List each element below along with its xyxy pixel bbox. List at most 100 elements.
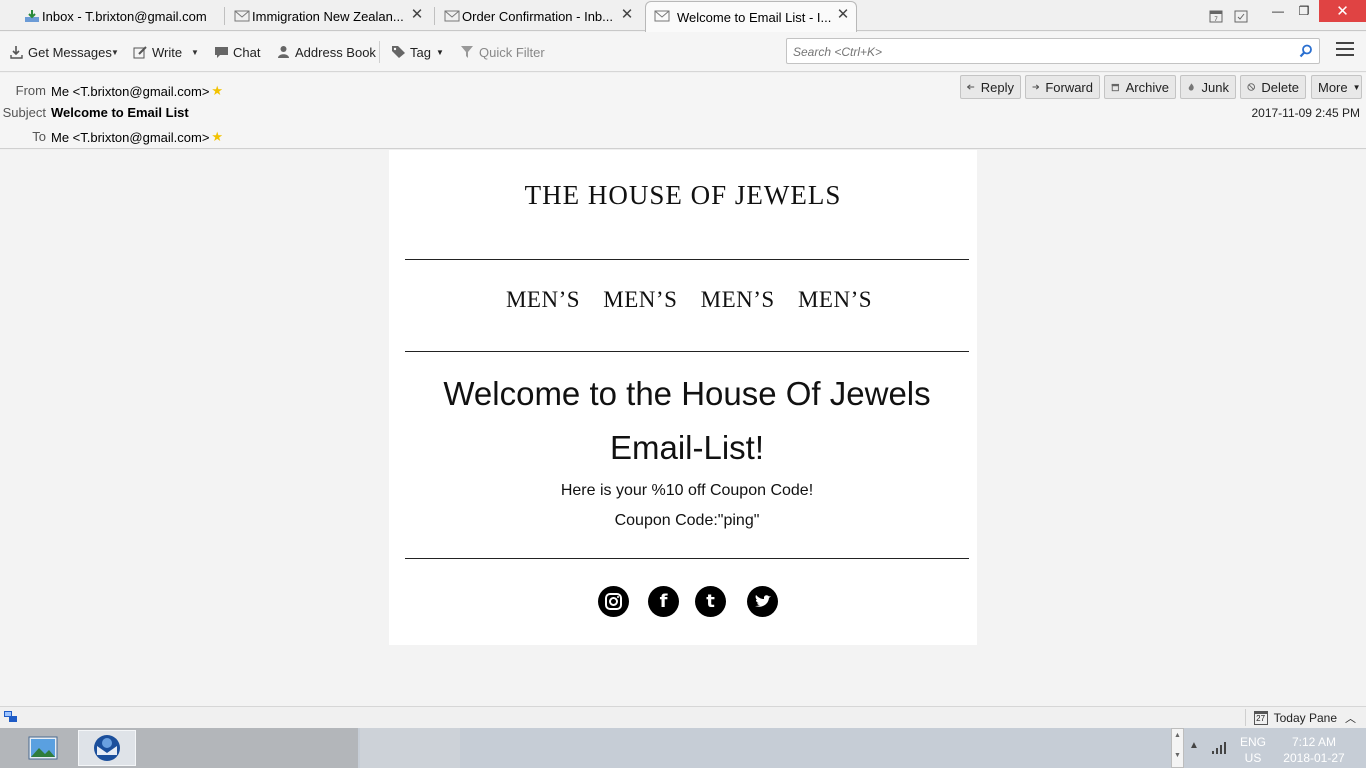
instagram-icon[interactable] — [598, 586, 629, 617]
reply-arrow-icon — [967, 84, 975, 90]
email-nav: MEN’S MEN’S MEN’S MEN’S — [499, 287, 879, 327]
today-pane-toggle[interactable]: 27 Today Pane ︿ — [1253, 710, 1356, 726]
twitter-icon[interactable] — [747, 586, 778, 617]
welcome-line-2: Email-List! — [609, 429, 765, 466]
quick-filter-button[interactable]: Quick Filter — [460, 43, 545, 61]
search-box[interactable] — [786, 38, 1320, 64]
taskbar-empty-slot — [360, 728, 460, 768]
to-value[interactable]: Me <T.brixton@gmail.com> ★ — [51, 129, 223, 145]
tab-separator — [224, 7, 225, 25]
search-icon[interactable] — [1299, 44, 1313, 58]
delete-label: Delete — [1261, 79, 1299, 95]
more-label: More — [1318, 79, 1348, 95]
taskbar-thunderbird-app[interactable] — [78, 730, 136, 766]
tab-label: Immigration New Zealan... — [252, 9, 404, 24]
close-icon[interactable]: ✕ — [410, 7, 424, 22]
nav-link-mens[interactable]: MEN’S — [499, 287, 587, 327]
input-language[interactable]: ENG US — [1238, 734, 1268, 766]
network-signal-icon[interactable] — [1211, 741, 1229, 755]
chevron-down-icon[interactable]: ▼ — [1172, 752, 1183, 759]
tab-inbox[interactable]: Inbox - T.brixton@gmail.com — [20, 2, 222, 31]
close-icon[interactable]: ✕ — [620, 7, 634, 22]
from-address[interactable]: Me <T.brixton@gmail.com> — [51, 84, 209, 99]
delete-button[interactable]: Delete — [1240, 75, 1306, 99]
tumblr-icon[interactable]: t — [695, 586, 726, 617]
clock-time: 7:12 AM — [1291, 735, 1337, 749]
facebook-icon[interactable]: f — [648, 586, 679, 617]
tab-order-confirmation[interactable]: Order Confirmation - Inb... ✕ — [440, 2, 640, 31]
get-messages-button[interactable]: Get Messages — [9, 43, 112, 61]
toolbar-separator — [379, 41, 380, 63]
divider — [405, 558, 969, 559]
tab-label: Welcome to Email List - I... — [677, 9, 832, 25]
thunderbird-icon — [94, 735, 120, 761]
reply-label: Reply — [980, 79, 1014, 95]
address-book-button[interactable]: Address Book — [276, 43, 376, 61]
online-status-icon[interactable] — [3, 710, 18, 724]
minimize-button[interactable]: — — [1270, 0, 1286, 22]
more-button[interactable]: More ▼ — [1311, 75, 1362, 99]
filter-icon — [461, 46, 473, 58]
from-value[interactable]: Me <T.brixton@gmail.com> ★ — [51, 83, 223, 99]
restore-button[interactable]: ❐ — [1296, 0, 1312, 22]
clock-date: 2018-01-27 — [1283, 751, 1345, 765]
system-clock[interactable]: 7:12 AM 2018-01-27 — [1276, 734, 1352, 766]
write-dropdown[interactable]: ▼ — [190, 43, 200, 61]
tag-icon — [392, 46, 405, 58]
os-taskbar: ▲ ▼ ▲ ENG US 7:12 AM 2018-01-27 — [0, 728, 1366, 768]
envelope-icon — [444, 10, 460, 22]
envelope-icon — [654, 10, 670, 22]
calendar-icon[interactable]: 7 — [1209, 9, 1223, 23]
message-date: 2017-11-09 2:45 PM — [1251, 106, 1360, 120]
from-label: From — [15, 83, 46, 98]
pencil-icon — [133, 46, 147, 59]
status-bar: 27 Today Pane ︿ — [0, 706, 1366, 728]
chevron-down-icon: ▼ — [435, 47, 444, 57]
chat-bubble-icon — [215, 47, 228, 58]
calendar-icon: 27 — [1253, 711, 1268, 725]
lang-code: ENG — [1239, 735, 1266, 749]
to-address[interactable]: Me <T.brixton@gmail.com> — [51, 130, 209, 145]
tag-button[interactable]: Tag ▼ — [391, 43, 444, 61]
get-messages-dropdown[interactable]: ▼ — [110, 43, 120, 61]
archive-box-icon — [1111, 83, 1120, 92]
forward-label: Forward — [1045, 79, 1093, 95]
coupon-message: Here is your %10 off Coupon Code! — [560, 482, 814, 499]
chevron-up-icon[interactable]: ▲ — [1172, 732, 1183, 739]
tag-label: Tag — [410, 44, 431, 60]
chat-button[interactable]: Chat — [214, 43, 260, 61]
taskbar-photos-app[interactable] — [14, 730, 72, 766]
nav-link-mens[interactable]: MEN’S — [694, 287, 782, 327]
write-button[interactable]: Write — [133, 43, 182, 61]
tasks-icon[interactable] — [1234, 9, 1248, 23]
get-messages-label: Get Messages — [28, 44, 112, 60]
no-sign-icon — [1247, 83, 1256, 91]
archive-button[interactable]: Archive — [1104, 75, 1176, 99]
address-book-label: Address Book — [295, 44, 376, 60]
forward-button[interactable]: Forward — [1025, 75, 1100, 99]
archive-label: Archive — [1125, 79, 1169, 95]
nav-link-mens[interactable]: MEN’S — [791, 287, 879, 327]
tab-immigration[interactable]: Immigration New Zealan... ✕ — [230, 2, 430, 31]
star-icon[interactable]: ★ — [211, 83, 223, 99]
inbox-download-icon — [25, 10, 39, 22]
window-close-button[interactable]: ✕ — [1319, 0, 1366, 22]
tab-welcome-email-list[interactable]: Welcome to Email List - I... ✕ — [645, 1, 857, 32]
chevron-down-icon: ▼ — [1352, 82, 1361, 92]
tab-label: Inbox - T.brixton@gmail.com — [42, 9, 207, 24]
star-icon[interactable]: ★ — [211, 129, 223, 145]
brand-title: THE HOUSE OF JEWELS — [524, 180, 842, 210]
reply-button[interactable]: Reply — [960, 75, 1021, 99]
flame-icon — [1188, 83, 1194, 91]
nav-link-mens[interactable]: MEN’S — [596, 287, 684, 327]
chat-label: Chat — [233, 44, 261, 60]
coupon-code: Coupon Code:"ping" — [614, 512, 760, 529]
close-icon[interactable]: ✕ — [836, 7, 850, 22]
search-input[interactable] — [793, 43, 1288, 60]
app-menu-button[interactable] — [1336, 42, 1354, 58]
tray-scroll[interactable]: ▲ ▼ — [1171, 728, 1184, 768]
subject-value: Welcome to Email List — [51, 105, 189, 120]
show-hidden-icons[interactable]: ▲ — [1189, 740, 1199, 751]
statusbar-separator — [1245, 709, 1246, 726]
junk-button[interactable]: Junk — [1180, 75, 1236, 99]
